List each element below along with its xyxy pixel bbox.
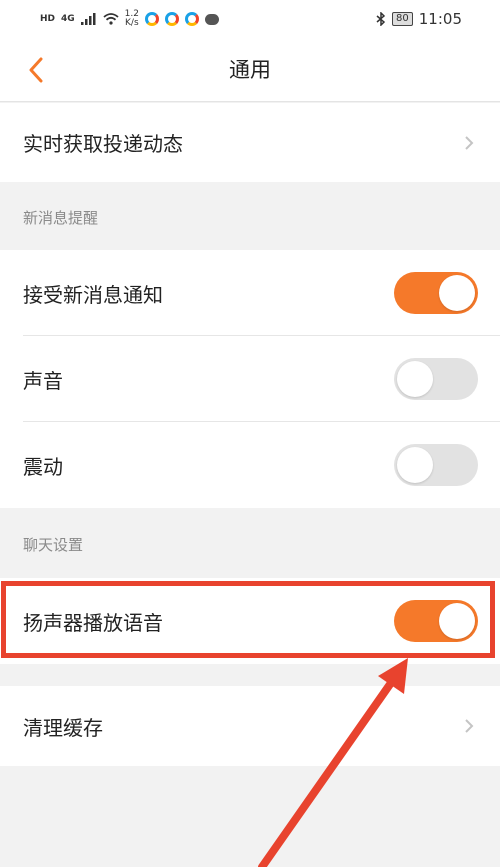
signal-icon	[80, 13, 96, 25]
toggle-knob	[397, 447, 433, 483]
section-header-new-message: 新消息提醒	[23, 209, 99, 227]
network-type: 4G	[61, 14, 75, 24]
hd-indicator: HD	[40, 14, 56, 24]
app-notification-icon	[185, 12, 199, 26]
bluetooth-icon	[376, 12, 386, 26]
tracking-row[interactable]: 实时获取投递动态	[0, 103, 500, 182]
vibration-row: 震动	[0, 422, 500, 508]
tracking-label: 实时获取投递动态	[23, 132, 183, 156]
sound-label: 声音	[23, 368, 63, 393]
back-button[interactable]	[14, 48, 58, 92]
chevron-right-icon	[465, 135, 474, 150]
toggle-knob	[439, 603, 475, 639]
vibration-toggle[interactable]	[394, 444, 478, 486]
wifi-icon	[103, 13, 119, 25]
sound-row: 声音	[0, 336, 500, 422]
app-notification-icon	[145, 12, 159, 26]
nav-bar: 通用	[0, 38, 500, 102]
status-bar: HD 4G 1.2 K/s 80 11:05	[0, 0, 500, 38]
sound-toggle[interactable]	[394, 358, 478, 400]
receive-notifications-toggle[interactable]	[394, 272, 478, 314]
app-notification-icon	[165, 12, 179, 26]
speaker-voice-toggle[interactable]	[394, 600, 478, 642]
toggle-knob	[397, 361, 433, 397]
status-right: 80 11:05	[376, 10, 462, 28]
battery-icon: 80	[392, 12, 413, 26]
status-left: HD 4G 1.2 K/s	[40, 10, 219, 28]
clear-cache-label: 清理缓存	[23, 715, 103, 740]
section-header-chat: 聊天设置	[23, 536, 84, 554]
chevron-left-icon	[29, 57, 43, 83]
clear-cache-row[interactable]: 清理缓存	[0, 686, 500, 766]
chevron-right-icon	[465, 719, 474, 733]
speaker-voice-row: 扬声器播放语音	[0, 578, 500, 664]
receive-notifications-label: 接受新消息通知	[23, 282, 163, 307]
network-speed: 1.2 K/s	[125, 10, 139, 28]
speaker-voice-label: 扬声器播放语音	[23, 610, 163, 635]
clock: 11:05	[418, 10, 462, 28]
message-notification-icon	[205, 13, 219, 25]
receive-notifications-row: 接受新消息通知	[0, 250, 500, 336]
page-title: 通用	[229, 58, 271, 82]
vibration-label: 震动	[23, 454, 63, 479]
speed-unit: K/s	[125, 18, 139, 28]
toggle-knob	[439, 275, 475, 311]
